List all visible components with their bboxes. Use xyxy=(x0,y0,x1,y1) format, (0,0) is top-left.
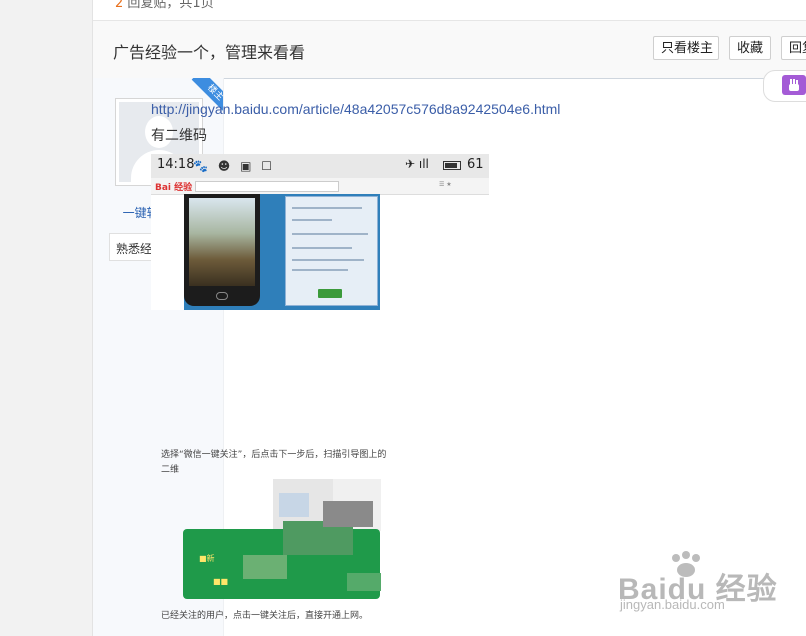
watermark-url: jingyan.baidu.com xyxy=(620,597,725,612)
browser-menu-icon: ☰ ★ xyxy=(439,181,452,188)
browser-search-box xyxy=(195,181,339,192)
reply-count: 2 xyxy=(115,0,124,11)
signal-icon: ✈ ıll xyxy=(405,157,429,171)
reply-count-breadcrumb: 2 回复贴，共1页 xyxy=(115,0,214,11)
status-time: 14:18 xyxy=(157,157,195,172)
card-label: ■■ xyxy=(213,577,229,586)
baidu-watermark: Baidu 经验 jingyan.baidu.com xyxy=(618,550,798,620)
side-float-tab[interactable] xyxy=(763,70,806,102)
thread-title-bar: 广告经验一个，管理来看看 只看楼主 收藏 回复 xyxy=(93,20,806,79)
caption-followed: 已经关注的用户，点击一键关注后，直接开通上网。 xyxy=(161,611,369,621)
reply-button[interactable]: 回复 xyxy=(781,36,806,60)
browser-logo: Bai 经验 xyxy=(155,183,193,193)
setup-dialog xyxy=(285,196,378,306)
battery-icon xyxy=(443,161,461,170)
article-link[interactable]: http://jingyan.baidu.com/article/48a4205… xyxy=(151,101,560,117)
caption-step: 选择“微信一键关注”，后点击下一步后，扫描引导图上的 xyxy=(161,450,387,460)
qr-card-image: ■新 ■■ xyxy=(183,479,381,599)
favorite-button[interactable]: 收藏 xyxy=(729,36,771,60)
phone-screenshot-image: 14:18 🐾 ☻ ▣ ☐ ✈ ıll 61 Bai 经验 ☰ ★ xyxy=(151,154,489,310)
reply-count-text: 回复贴，共1页 xyxy=(127,0,214,11)
card-logo: ■新 xyxy=(199,554,215,563)
hand-icon xyxy=(782,75,806,95)
only-op-button[interactable]: 只看楼主 xyxy=(653,36,719,60)
notification-icons: 🐾 ☻ ▣ ☐ xyxy=(193,159,275,173)
status-battery: 61 xyxy=(467,157,484,172)
thread-title: 广告经验一个，管理来看看 xyxy=(113,43,306,62)
browser-bar: Bai 经验 ☰ ★ xyxy=(151,178,489,195)
status-bar: 14:18 🐾 ☻ ▣ ☐ ✈ ıll 61 xyxy=(151,154,489,178)
phone-device-icon xyxy=(184,194,260,306)
post-text: 有二维码 xyxy=(151,128,207,144)
caption-step-cont: 二维 xyxy=(161,465,180,475)
